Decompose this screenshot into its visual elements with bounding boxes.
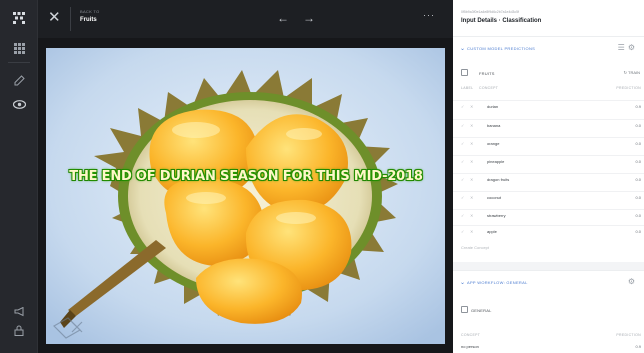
col-label: LABEL xyxy=(461,86,474,90)
left-rail xyxy=(0,0,38,353)
col-concept: CONCEPT xyxy=(479,86,499,90)
settings-icon[interactable]: ⚙ xyxy=(628,277,638,286)
app-window: ✕ BACK TO Fruits ← → ··· THE END OF DURI… xyxy=(0,0,644,353)
concept-name: pineapple xyxy=(487,159,505,164)
section-tools: ⚙ xyxy=(628,277,638,286)
more-options-icon[interactable]: ··· xyxy=(423,10,435,20)
concept-name: orange xyxy=(487,141,500,146)
x-icon[interactable]: ✕ xyxy=(470,159,473,164)
check-icon[interactable]: ✓ xyxy=(461,195,464,200)
train-button[interactable]: ↻ TRAIN xyxy=(624,70,640,75)
model-name: GENERAL xyxy=(471,308,492,313)
edit-icon[interactable] xyxy=(11,72,27,88)
section-gap xyxy=(453,262,644,270)
concept-row: ✓ ✕ banana 0.0 xyxy=(453,119,644,130)
concept-value: 0.9 xyxy=(635,104,641,109)
model-name: FRUITS xyxy=(479,71,495,76)
check-icon[interactable]: ✓ xyxy=(461,177,464,182)
concept-name: strawberry xyxy=(487,213,506,218)
check-icon[interactable]: ✓ xyxy=(461,229,464,234)
check-icon[interactable]: ✓ xyxy=(461,104,464,109)
concept-name: coconut xyxy=(487,195,502,200)
app-logo-icon[interactable] xyxy=(11,10,27,26)
concept-value: 0.0 xyxy=(635,177,641,182)
panel-title: Input Details · Classification xyxy=(461,18,542,24)
concept-row: ✓ ✕ dragon fruits 0.0 xyxy=(453,173,644,184)
col-prediction: PREDICTION xyxy=(616,86,641,90)
concept-row: no person 0.9 xyxy=(453,341,644,352)
section-label: APP WORKFLOW: GENERAL xyxy=(467,280,528,285)
next-arrow-icon[interactable]: → xyxy=(302,11,316,25)
viewer-topbar: ✕ BACK TO Fruits ← → ··· xyxy=(38,0,453,38)
app-workflow-section-header[interactable]: ⌄ APP WORKFLOW: GENERAL ⚙ xyxy=(453,270,644,294)
x-icon[interactable]: ✕ xyxy=(470,123,473,128)
concept-value: 0.0 xyxy=(635,229,641,234)
concept-column-headers: CONCEPT PREDICTION xyxy=(453,330,644,340)
concept-row: ✓ ✕ orange 0.0 xyxy=(453,137,644,148)
concept-value: 0.9 xyxy=(635,344,641,349)
image-caption: THE END OF DURIAN SEASON FOR THIS MID-20… xyxy=(69,169,423,184)
model-row-fruits: FRUITS ↻ TRAIN xyxy=(453,66,644,82)
rail-divider xyxy=(8,62,30,63)
col-prediction: PREDICTION xyxy=(616,333,641,337)
back-to-label: BACK TO xyxy=(80,9,100,14)
image-stage: THE END OF DURIAN SEASON FOR THIS MID-20… xyxy=(38,38,453,353)
concept-column-headers: LABEL CONCEPT PREDICTION xyxy=(453,83,644,93)
previous-arrow-icon[interactable]: ← xyxy=(276,11,290,25)
input-details-panel: 0f5b9a3f0e1a4e8f9d6c2b7a1e4d3c5f Input D… xyxy=(453,0,644,353)
model-checkbox[interactable] xyxy=(461,306,468,313)
check-icon[interactable]: ✓ xyxy=(461,141,464,146)
section-tools: ☰⚙ xyxy=(618,43,638,52)
x-icon[interactable]: ✕ xyxy=(470,104,473,109)
dataset-title-link[interactable]: Fruits xyxy=(80,17,97,23)
x-icon[interactable]: ✕ xyxy=(470,213,473,218)
concept-name: apple xyxy=(487,229,497,234)
list-icon[interactable]: ☰ xyxy=(618,43,628,52)
chevron-down-icon: ⌄ xyxy=(460,46,466,52)
concept-row: ✓ ✕ durian 0.9 xyxy=(453,100,644,111)
concept-row: ✓ ✕ coconut 0.0 xyxy=(453,191,644,202)
concept-value: 0.0 xyxy=(635,213,641,218)
concept-name: durian xyxy=(487,104,499,109)
check-icon[interactable]: ✓ xyxy=(461,159,464,164)
megaphone-icon[interactable] xyxy=(11,304,27,320)
lock-icon[interactable] xyxy=(11,322,27,338)
close-icon[interactable]: ✕ xyxy=(48,10,62,25)
concept-name: no person xyxy=(461,344,479,349)
section-label: CUSTOM MODEL PREDICTIONS xyxy=(467,46,536,51)
concept-row: ✓ ✕ apple 0.0 xyxy=(453,225,644,236)
x-icon[interactable]: ✕ xyxy=(470,177,473,182)
concept-row: ✓ ✕ pineapple 0.0 xyxy=(453,155,644,166)
concept-row: ✓ ✕ strawberry 0.0 xyxy=(453,209,644,220)
model-row-general: GENERAL xyxy=(453,303,644,319)
x-icon[interactable]: ✕ xyxy=(470,195,473,200)
input-id: 0f5b9a3f0e1a4e8f9d6c2b7a1e4d3c5f xyxy=(461,10,519,14)
concept-value: 0.0 xyxy=(635,159,641,164)
concept-name: banana xyxy=(487,123,501,128)
chevron-down-icon: ⌄ xyxy=(460,280,466,286)
topbar-divider xyxy=(70,7,71,31)
check-icon[interactable]: ✓ xyxy=(461,213,464,218)
x-icon[interactable]: ✕ xyxy=(470,141,473,146)
concept-value: 0.0 xyxy=(635,195,641,200)
col-concept: CONCEPT xyxy=(461,333,481,337)
create-concept-input[interactable]: Create Concept xyxy=(461,245,489,250)
x-icon[interactable]: ✕ xyxy=(470,229,473,234)
durian-photo xyxy=(46,48,445,344)
concept-value: 0.0 xyxy=(635,141,641,146)
check-icon[interactable]: ✓ xyxy=(461,123,464,128)
grid-icon[interactable] xyxy=(11,40,27,56)
concept-name: dragon fruits xyxy=(487,177,510,182)
concept-value: 0.0 xyxy=(635,123,641,128)
eye-icon[interactable] xyxy=(11,96,27,112)
model-checkbox[interactable] xyxy=(461,69,468,76)
custom-model-section-header[interactable]: ⌄ CUSTOM MODEL PREDICTIONS ☰⚙ xyxy=(453,36,644,60)
settings-icon[interactable]: ⚙ xyxy=(628,43,638,52)
